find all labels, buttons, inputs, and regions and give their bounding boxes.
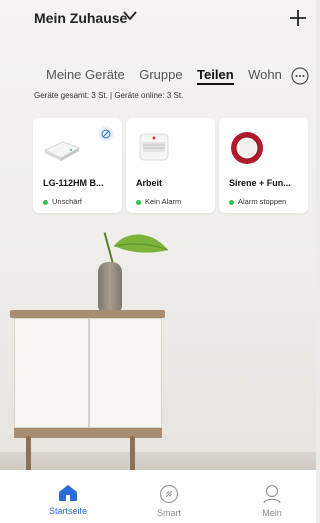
device-name: Arbeit bbox=[136, 178, 163, 188]
share-link-icon bbox=[101, 129, 111, 139]
device-tabs: Meine Geräte Gruppe Teilen Wohn bbox=[46, 66, 316, 88]
device-name: Sirene + Fun... bbox=[229, 178, 291, 188]
vase bbox=[98, 262, 122, 312]
cabinet-divider bbox=[88, 318, 90, 428]
cabinet-base bbox=[14, 428, 162, 438]
device-status: Kein Alarm bbox=[136, 197, 181, 206]
device-status: Unschärf bbox=[43, 197, 82, 206]
cabinet-leg bbox=[26, 436, 31, 470]
hub-device-icon bbox=[44, 141, 80, 161]
nav-mein[interactable]: Mein bbox=[232, 484, 312, 518]
chevron-down-icon[interactable] bbox=[123, 11, 137, 21]
shared-badge bbox=[98, 126, 114, 142]
profile-icon bbox=[263, 484, 281, 504]
device-status-label: Unschärf bbox=[52, 197, 83, 206]
nav-label: Startseite bbox=[48, 506, 88, 516]
tab-meine-geraete[interactable]: Meine Geräte bbox=[46, 67, 125, 82]
device-stats: Geräte gesamt: 3 St. | Geräte online: 3 … bbox=[34, 91, 184, 100]
nav-label: Smart bbox=[156, 508, 181, 518]
nav-startseite[interactable]: Startseite bbox=[28, 484, 108, 516]
device-card[interactable]: Sirene + Fun... Alarm stoppen bbox=[219, 118, 308, 213]
header: Mein Zuhause bbox=[0, 0, 316, 40]
more-options-icon[interactable] bbox=[291, 67, 309, 85]
nav-label: Mein bbox=[262, 508, 282, 518]
device-status: Alarm stoppen bbox=[229, 197, 286, 206]
device-status-label: Kein Alarm bbox=[145, 197, 182, 206]
add-icon[interactable] bbox=[288, 8, 308, 28]
device-status-label: Alarm stoppen bbox=[238, 197, 287, 206]
floor bbox=[0, 452, 316, 470]
online-dot bbox=[43, 199, 48, 205]
online-dot bbox=[229, 199, 234, 205]
siren-icon bbox=[231, 132, 263, 164]
smoke-detector-icon bbox=[139, 133, 169, 161]
cabinet-leg bbox=[130, 436, 135, 470]
tab-gruppe[interactable]: Gruppe bbox=[139, 67, 182, 82]
bottom-navigation: Startseite Smart Mein bbox=[0, 470, 316, 523]
device-cards: LG-112HM B... Unschärf Arbeit Kein Alarm… bbox=[33, 118, 309, 213]
leaf-icon bbox=[113, 234, 169, 253]
device-card[interactable]: LG-112HM B... Unschärf bbox=[33, 118, 122, 213]
home-selector-title[interactable]: Mein Zuhause bbox=[34, 10, 127, 26]
device-card[interactable]: Arbeit Kein Alarm bbox=[126, 118, 215, 213]
nav-smart[interactable]: Smart bbox=[129, 484, 209, 518]
smart-icon bbox=[159, 484, 179, 504]
cabinet-top bbox=[10, 310, 165, 318]
home-icon bbox=[59, 485, 77, 501]
tab-teilen[interactable]: Teilen bbox=[197, 67, 234, 85]
online-dot bbox=[136, 199, 141, 205]
device-name: LG-112HM B... bbox=[43, 178, 104, 188]
tab-wohn[interactable]: Wohn bbox=[248, 67, 282, 82]
